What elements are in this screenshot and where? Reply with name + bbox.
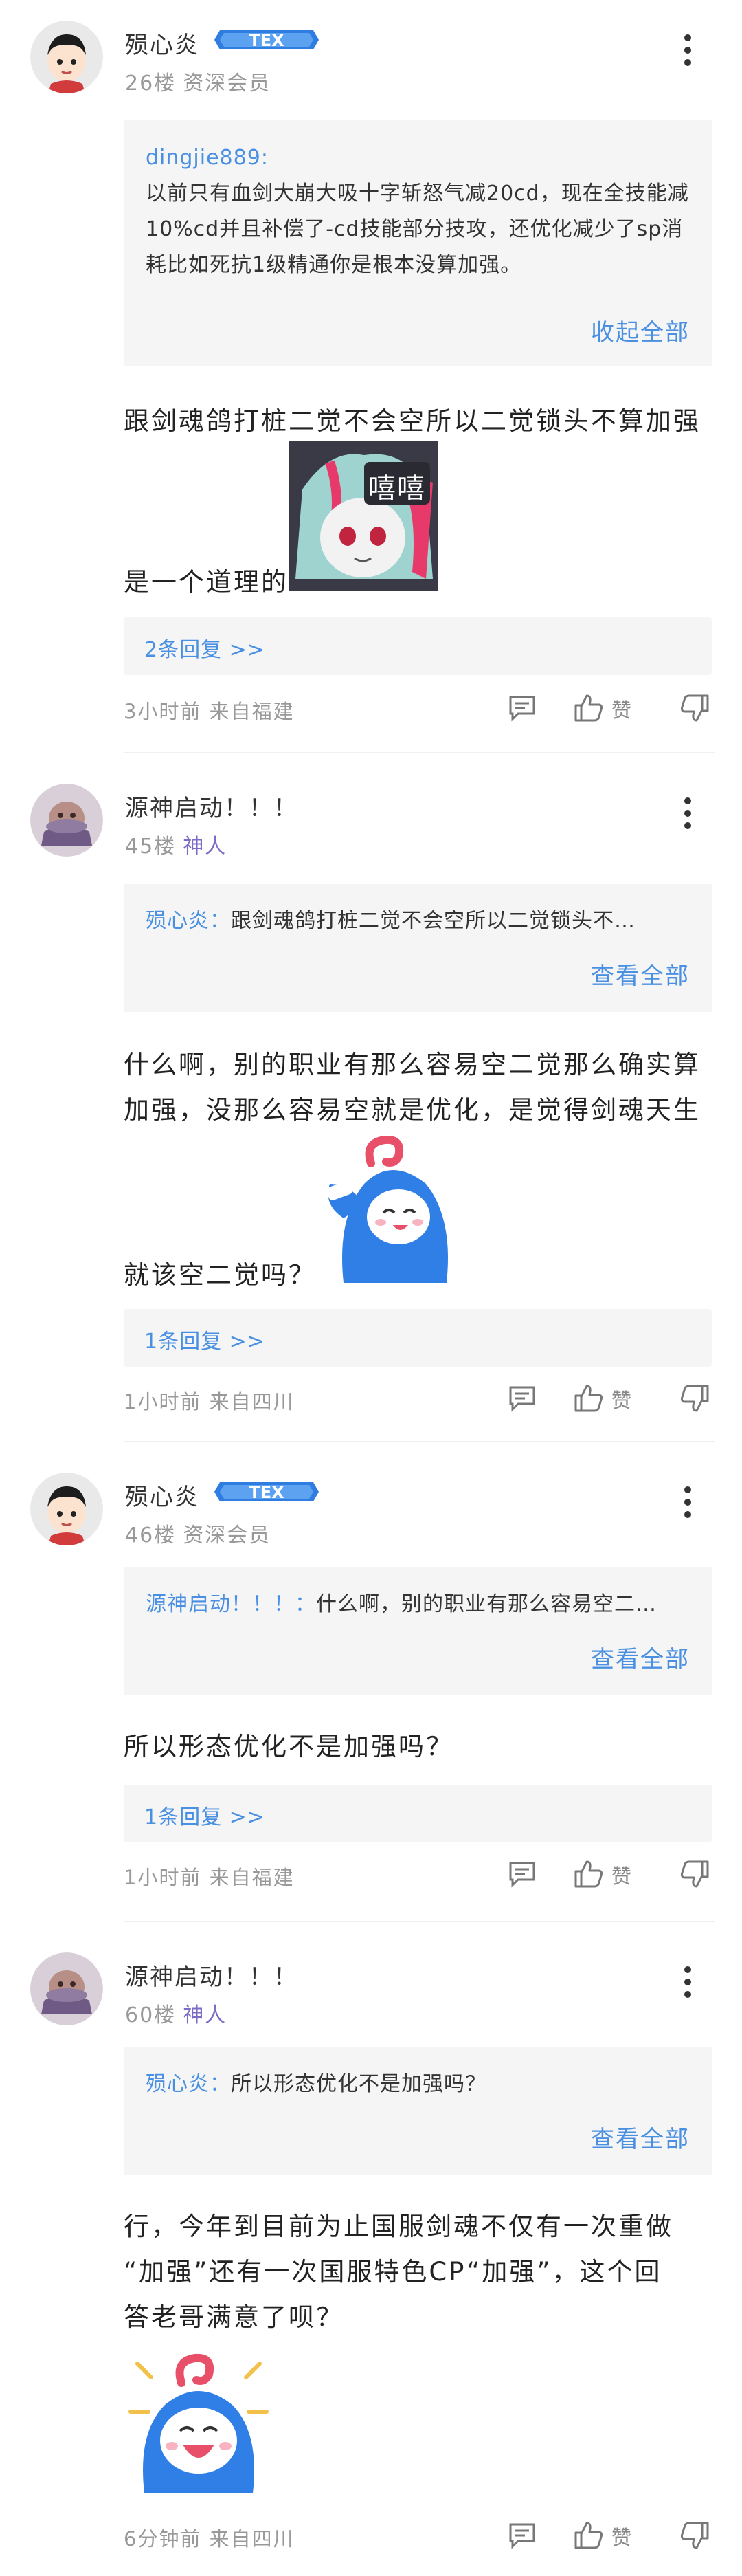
- comment-body: 行，今年到目前为止国服剑魂不仅有一次重做 “加强”还有一次国服特色CP“加强”，…: [124, 2212, 673, 2332]
- username[interactable]: 殒心炎: [125, 26, 199, 60]
- comment-icon[interactable]: [507, 1383, 537, 1413]
- thumbs-down-icon[interactable]: [679, 1383, 710, 1413]
- quoted-comment[interactable]: 殒心炎：跟剑魂鸽打桩二觉不会空所以二觉锁头不… 查看全部: [124, 884, 712, 1012]
- thumbs-down-icon[interactable]: [679, 1859, 710, 1889]
- comment-body-end: 就该空二觉吗？: [124, 1260, 316, 1290]
- avatar[interactable]: [30, 21, 103, 93]
- like-label[interactable]: 赞: [611, 2522, 631, 2551]
- replies-link[interactable]: 1条回复 >>: [124, 1309, 712, 1367]
- username[interactable]: 源神启动！！！: [125, 789, 298, 823]
- divider: [124, 1921, 715, 1922]
- quote-text: 什么啊，别的职业有那么容易空二…: [316, 1592, 657, 1616]
- floor-info: 45楼 神人: [125, 835, 227, 859]
- blue-mascot-sticker: [124, 2343, 273, 2493]
- svg-text:TEX: TEX: [249, 31, 284, 50]
- sticker-text: 嘻嘻: [368, 473, 426, 505]
- quote-author[interactable]: dingjie889:: [146, 146, 269, 170]
- quote-author[interactable]: 殒心炎：: [146, 2072, 231, 2096]
- svg-text:TEX: TEX: [249, 1483, 284, 1502]
- view-all-link[interactable]: 查看全部: [591, 2120, 690, 2154]
- quote-text: 以前只有血剑大崩大吸十字斩怒气减20cd，现在全技能减10%cd并且补偿了-cd…: [146, 181, 689, 277]
- quote-text: 所以形态优化不是加强吗？: [231, 2072, 486, 2096]
- time-location: 3小时前 来自福建: [124, 700, 295, 723]
- more-dots-icon[interactable]: [680, 1966, 695, 2003]
- floor-info: 60楼 神人: [125, 2003, 227, 2027]
- quoted-comment[interactable]: 殒心炎：所以形态优化不是加强吗？ 查看全部: [124, 2047, 712, 2175]
- comment-body: 所以形态优化不是加强吗？: [124, 1732, 453, 1761]
- replies-link[interactable]: 2条回复 >>: [124, 617, 712, 675]
- view-all-link[interactable]: 查看全部: [591, 957, 690, 991]
- thumbs-up-icon[interactable]: [573, 693, 605, 723]
- view-all-link[interactable]: 查看全部: [591, 1640, 690, 1674]
- more-dots-icon[interactable]: [680, 34, 695, 71]
- quote-text: 跟剑魂鸽打桩二觉不会空所以二觉锁头不…: [231, 909, 636, 933]
- divider: [124, 1441, 715, 1442]
- action-bar: 赞: [507, 693, 713, 723]
- member-badge-icon: TEX: [214, 1478, 319, 1506]
- action-bar: 赞: [507, 2520, 713, 2551]
- like-label[interactable]: 赞: [611, 1385, 631, 1413]
- username[interactable]: 殒心炎: [125, 1478, 199, 1512]
- quoted-comment[interactable]: dingjie889: 以前只有血剑大崩大吸十字斩怒气减20cd，现在全技能减1…: [124, 120, 712, 366]
- avatar[interactable]: [30, 1473, 103, 1545]
- floor-info: 46楼 资深会员: [125, 1523, 271, 1548]
- comment-body-end: 是一个道理的: [124, 567, 289, 597]
- comment-icon[interactable]: [507, 693, 537, 723]
- time-location: 1小时前 来自四川: [124, 1390, 295, 1413]
- thumbs-down-icon[interactable]: [679, 693, 710, 723]
- comment-body: 跟剑魂鸽打桩二觉不会空所以二觉锁头不算加强: [124, 406, 701, 436]
- divider: [124, 752, 715, 753]
- member-badge-icon: TEX: [214, 26, 319, 54]
- action-bar: 赞: [507, 1383, 713, 1413]
- time-location: 1小时前 来自福建: [124, 1866, 295, 1889]
- username[interactable]: 源神启动！！！: [125, 1958, 298, 1992]
- avatar[interactable]: [30, 784, 103, 857]
- comment-icon[interactable]: [507, 2520, 537, 2551]
- like-label[interactable]: 赞: [611, 1860, 631, 1889]
- quoted-comment[interactable]: 源神启动！！！：什么啊，别的职业有那么容易空二… 查看全部: [124, 1567, 712, 1695]
- like-label[interactable]: 赞: [611, 694, 631, 723]
- thumbs-down-icon[interactable]: [679, 2520, 710, 2551]
- quote-author[interactable]: 殒心炎：: [146, 909, 231, 933]
- collapse-all-link[interactable]: 收起全部: [591, 313, 690, 347]
- thumbs-up-icon[interactable]: [573, 2520, 605, 2551]
- action-bar: 赞: [507, 1859, 713, 1889]
- more-dots-icon[interactable]: [680, 1486, 695, 1523]
- time-location: 6分钟前 来自四川: [124, 2527, 295, 2551]
- quote-author[interactable]: 源神启动！！！：: [146, 1592, 316, 1616]
- comment-body: 什么啊，别的职业有那么容易空二觉那么确实算 加强，没那么容易空就是优化，是觉得剑…: [124, 1050, 701, 1125]
- comment-icon[interactable]: [507, 1859, 537, 1889]
- more-dots-icon[interactable]: [680, 797, 695, 835]
- replies-link[interactable]: 1条回复 >>: [124, 1785, 712, 1842]
- avatar[interactable]: [30, 1952, 103, 2025]
- thumbs-up-icon[interactable]: [573, 1383, 605, 1413]
- floor-info: 26楼 资深会员: [125, 71, 271, 96]
- thumbs-up-icon[interactable]: [573, 1859, 605, 1889]
